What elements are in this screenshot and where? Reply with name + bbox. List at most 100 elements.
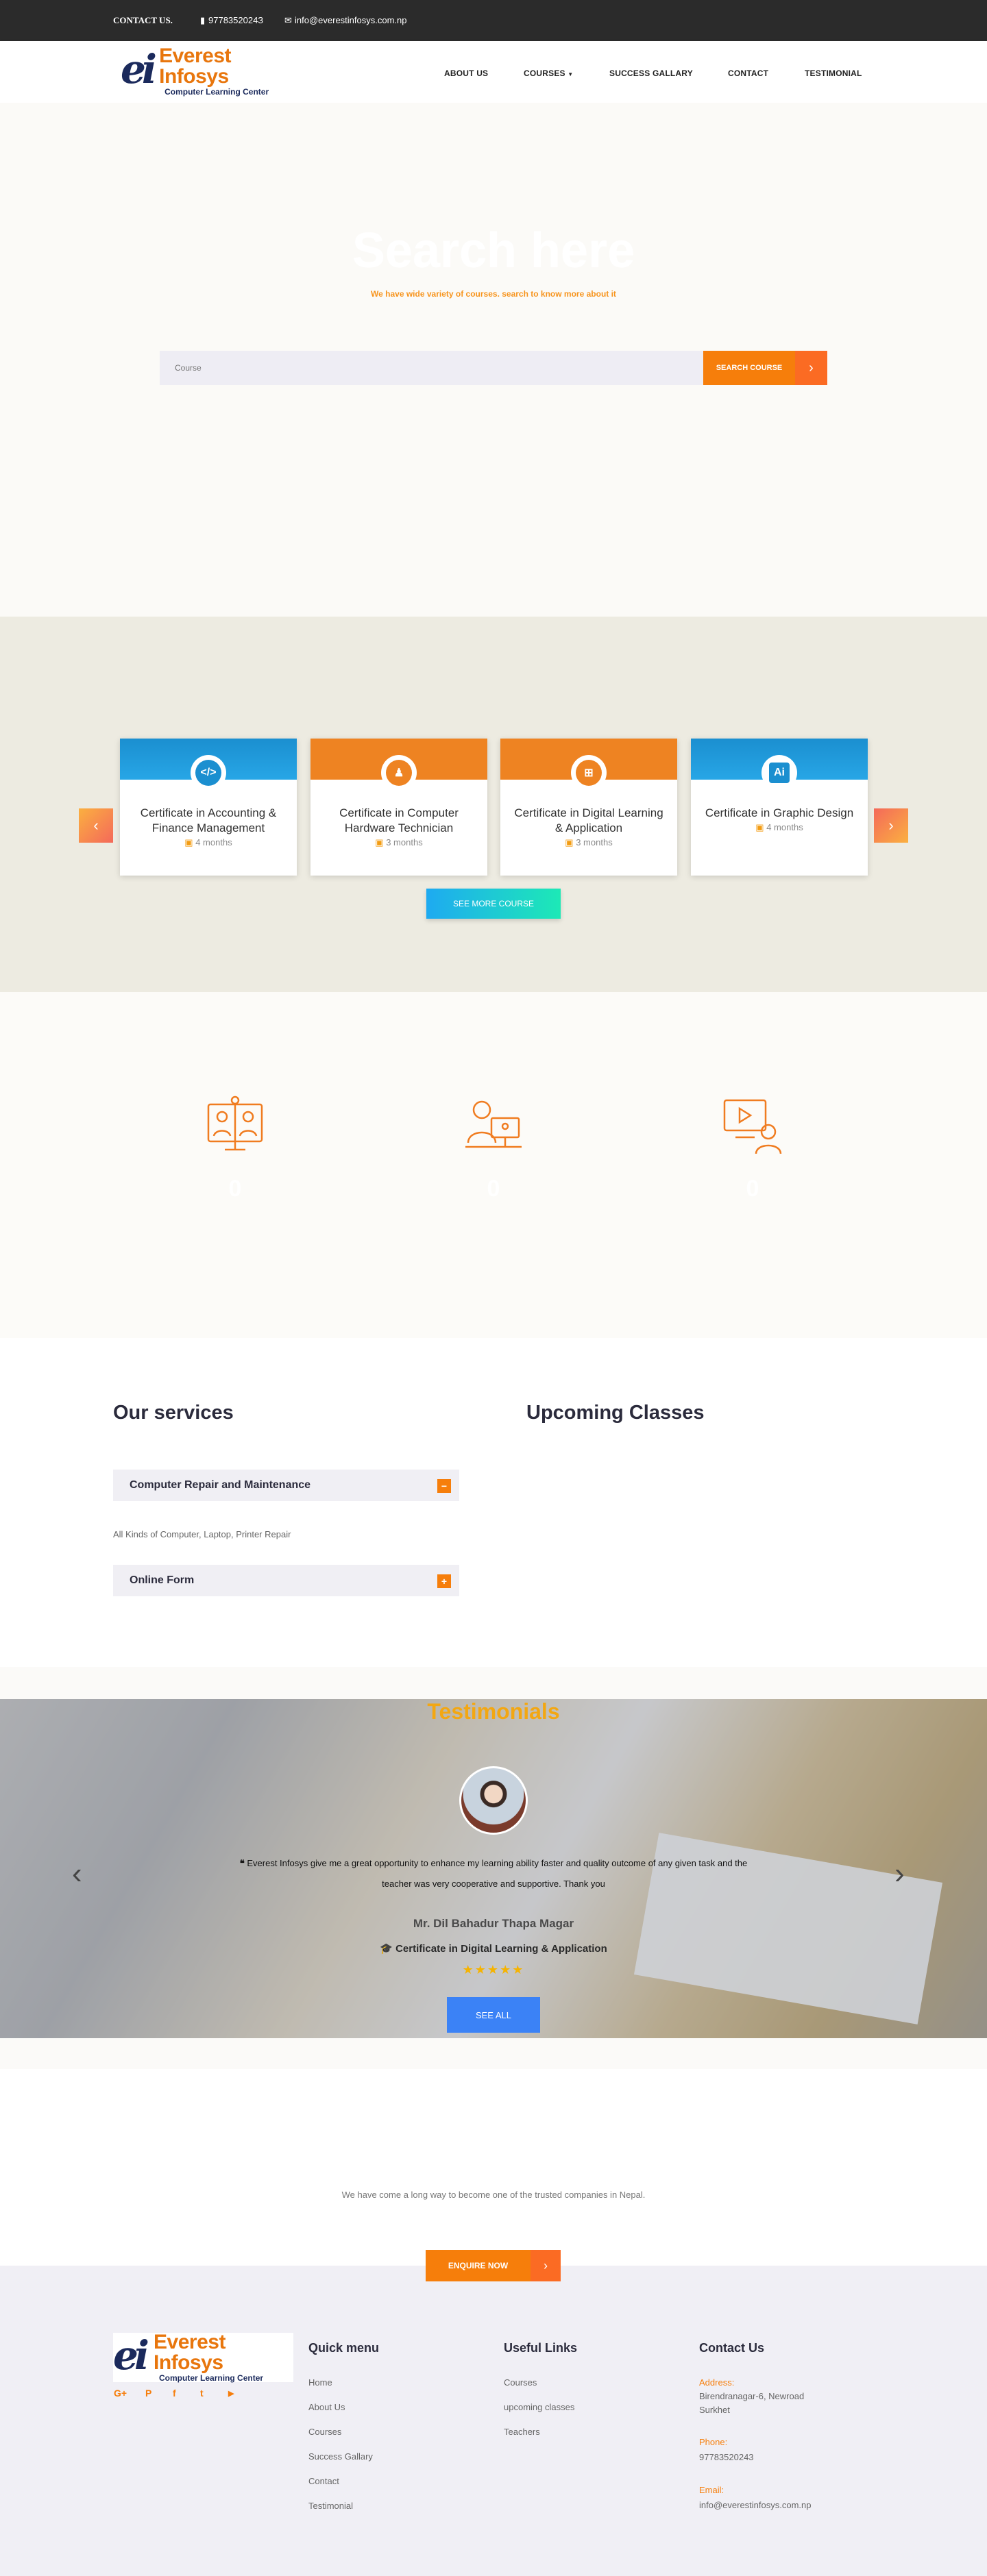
nav-testimonial[interactable]: TESTIMONIAL: [805, 69, 862, 78]
footer-link-gallary[interactable]: Success Gallary: [308, 2451, 373, 2462]
search-course-button[interactable]: SEARCH COURSE: [703, 351, 795, 385]
logo-tagline: Computer Learning Center: [159, 2373, 264, 2383]
course-duration: 3 months: [386, 837, 423, 847]
section-divider: [0, 1667, 987, 1699]
logo-tagline: Computer Learning Center: [164, 87, 269, 97]
top-contact-bar: CONTACT US. ▮ 9778352024З ✉ info@everest…: [0, 0, 987, 41]
topbar-email[interactable]: info@everestinfosys.com.np: [295, 15, 407, 25]
enquire-now-button[interactable]: ENQUIRE NOW: [426, 2250, 531, 2281]
logo-mark: ei: [121, 46, 157, 92]
footer-phone[interactable]: 97783520243: [699, 2452, 754, 2462]
google-plus-icon[interactable]: G+: [114, 2388, 127, 2399]
windows-icon: ⊞: [576, 760, 602, 786]
accordion-item-online-form[interactable]: Online Form +: [113, 1565, 459, 1596]
footer-link-contact[interactable]: Contact: [308, 2476, 339, 2486]
testimonial-prev-icon[interactable]: ‹: [72, 1857, 82, 1891]
testimonials-section: Testimonials ❝ Everest Infosys give me a…: [0, 1699, 987, 2038]
services-section: [0, 1338, 987, 1667]
plus-icon[interactable]: +: [437, 1574, 451, 1588]
video-lesson-icon: [723, 1099, 782, 1154]
about-section: We have come a long way to become one of…: [0, 2069, 987, 2266]
footer-link-teachers[interactable]: Teachers: [504, 2427, 540, 2437]
course-search-input[interactable]: [160, 351, 703, 385]
calendar-icon: ▣: [375, 837, 384, 847]
footer-link-courses[interactable]: Courses: [308, 2427, 341, 2437]
hero-title: Search here: [352, 223, 635, 278]
chevron-right-icon[interactable]: ›: [795, 351, 827, 385]
caret-down-icon: ▼: [568, 71, 574, 77]
hero-search-section: Search here We have wide variety of cour…: [0, 103, 987, 617]
address-line: Surkhet: [699, 2405, 730, 2415]
course-title: Certificate in Accounting & Finance Mana…: [140, 806, 277, 834]
courses-carousel-section: ‹ </> Certificate in Accounting & Financ…: [0, 617, 987, 992]
minus-icon[interactable]: −: [437, 1479, 451, 1493]
nav-contact[interactable]: CONTACT: [728, 69, 768, 78]
quote-icon: ❝: [239, 1858, 245, 1868]
footer-link-useful-courses[interactable]: Courses: [504, 2377, 537, 2388]
see-more-course-button[interactable]: SEE MORE COURSE: [426, 889, 561, 919]
course-card[interactable]: </> Certificate in Accounting & Finance …: [120, 739, 297, 876]
course-title: Certificate in Digital Learning & Applic…: [514, 806, 663, 834]
footer: ei Everest Infosys Computer Learning Cen…: [0, 2266, 987, 2576]
calendar-icon: ▣: [565, 837, 574, 847]
course-card[interactable]: Ai Certificate in Graphic Design ▣ 4 mon…: [691, 739, 868, 876]
about-text: We have come a long way to become one of…: [341, 2190, 646, 2200]
logo-brand: Everest Infosys: [159, 45, 232, 88]
feature-counter: 0: [228, 1176, 242, 1202]
calendar-icon: ▣: [755, 822, 764, 832]
address-label: Address:: [699, 2377, 735, 2388]
chevron-right-icon[interactable]: ›: [531, 2250, 561, 2281]
upcoming-classes-title: Upcoming Classes: [526, 1402, 705, 1424]
envelope-icon: ✉: [284, 15, 292, 25]
footer-link-home[interactable]: Home: [308, 2377, 332, 2388]
logo-mark: ei: [113, 2332, 149, 2379]
feature-counter: 0: [487, 1176, 500, 1202]
nav-courses[interactable]: COURSES ▼: [524, 69, 573, 78]
carousel-next-icon[interactable]: ›: [874, 808, 908, 843]
facebook-icon[interactable]: f: [173, 2388, 176, 2399]
carousel-prev-icon[interactable]: ‹: [79, 808, 113, 843]
testimonial-quote: ❝ Everest Infosys give me a great opport…: [239, 1858, 748, 1889]
footer-link-upcoming[interactable]: upcoming classes: [504, 2402, 574, 2412]
testimonials-title: Testimonials: [427, 1699, 560, 1724]
accordion-item-computer-repair[interactable]: Computer Repair and Maintenance −: [113, 1470, 459, 1501]
contact-us-title: Contact Us: [699, 2341, 765, 2355]
topbar-phone[interactable]: 9778352024З: [208, 15, 263, 25]
twitter-icon[interactable]: t: [200, 2388, 204, 2399]
avatar: [459, 1766, 528, 1835]
testimonial-name: Mr. Dil Bahadur Thapa Magar: [413, 1917, 574, 1930]
course-title: Certificate in Graphic Design: [705, 806, 854, 819]
graduation-cap-icon: 🎓: [380, 1943, 393, 1955]
student-computer-icon: [465, 1100, 522, 1148]
hero-subtitle: We have wide variety of courses. search …: [371, 289, 616, 299]
contact-us-label: CONTACT US.: [113, 15, 173, 25]
feature-counter: 0: [746, 1176, 759, 1202]
course-duration: 3 months: [576, 837, 613, 847]
footer-email[interactable]: info@everestinfosys.com.np: [699, 2500, 812, 2510]
linux-icon: ♟: [386, 760, 412, 786]
youtube-icon[interactable]: ▶: [228, 2389, 234, 2398]
calendar-icon: ▣: [184, 837, 193, 847]
footer-logo[interactable]: ei Everest Infosys Computer Learning Cen…: [113, 2332, 293, 2383]
header-logo[interactable]: ei Everest Infosys Computer Learning Cen…: [121, 45, 292, 97]
accordion-body: All Kinds of Computer, Laptop, Printer R…: [113, 1529, 291, 1539]
see-all-button[interactable]: SEE ALL: [447, 1997, 540, 2033]
code-icon: </>: [195, 760, 221, 786]
course-card[interactable]: ♟ Certificate in Computer Hardware Techn…: [310, 739, 487, 876]
nav-success-gallary[interactable]: SUCCESS GALLARY: [609, 69, 693, 78]
illustrator-icon: Ai: [769, 763, 790, 783]
features-section: 0 0 0: [0, 992, 987, 1338]
pinterest-icon[interactable]: P: [145, 2388, 151, 2399]
course-card[interactable]: ⊞ Certificate in Digital Learning & Appl…: [500, 739, 677, 876]
accordion-label: Computer Repair and Maintenance: [130, 1479, 311, 1491]
services-title: Our services: [113, 1402, 234, 1424]
section-divider: [0, 2038, 987, 2069]
phone-icon: ▮: [200, 15, 206, 25]
testimonial-next-icon[interactable]: ›: [894, 1857, 905, 1891]
phone-label: Phone:: [699, 2437, 728, 2447]
testimonial-course: 🎓 Certificate in Digital Learning & Appl…: [380, 1943, 607, 1955]
nav-about-us[interactable]: ABOUT US: [444, 69, 488, 78]
address-line: Birendranagar-6, Newroad: [699, 2391, 805, 2401]
footer-link-about[interactable]: About Us: [308, 2402, 345, 2412]
footer-link-testimonial[interactable]: Testimonial: [308, 2501, 353, 2511]
